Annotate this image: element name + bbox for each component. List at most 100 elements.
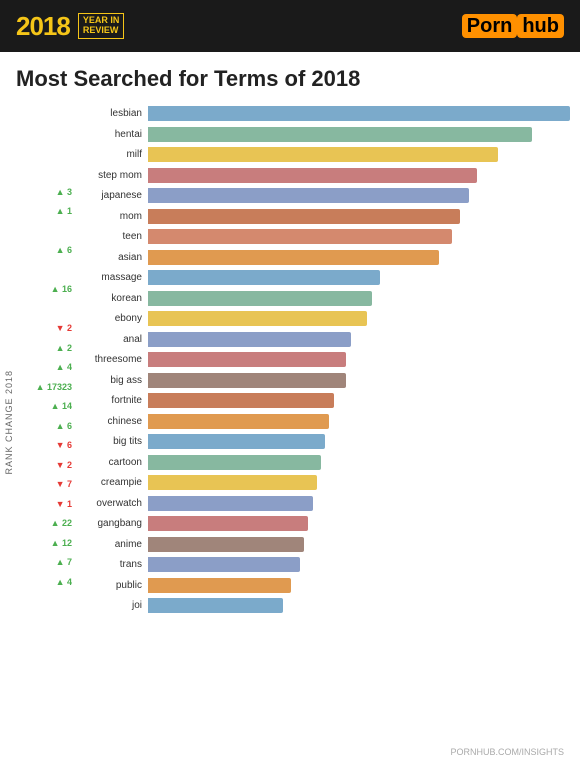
bar-row: threesome: [76, 350, 570, 370]
pornhub-logo: Pornhub: [462, 15, 564, 38]
rank-cell: ▲ 17323: [16, 377, 76, 397]
bar-track: [148, 537, 570, 552]
bar-fill: [148, 188, 469, 203]
y-axis-label: RANK CHANGE 2018: [4, 370, 14, 475]
rank-cell: ▲ 22: [16, 514, 76, 534]
bar-label: big tits: [76, 436, 148, 447]
bar-fill: [148, 291, 372, 306]
rank-cell: ▲ 2: [16, 338, 76, 358]
bar-track: [148, 455, 570, 470]
bar-fill: [148, 393, 334, 408]
bar-row: ebony: [76, 309, 570, 329]
bar-fill: [148, 496, 313, 511]
rank-cell: ▼ 7: [16, 475, 76, 495]
bar-track: [148, 414, 570, 429]
bars-area: lesbianhentaimilfstep momjapanesemomteen…: [76, 100, 570, 745]
bar-row: cartoon: [76, 453, 570, 473]
bar-track: [148, 106, 570, 121]
bar-label: teen: [76, 231, 148, 242]
bar-track: [148, 229, 570, 244]
rank-cell: ▼ 6: [16, 436, 76, 456]
logo-porn: Porn: [462, 14, 518, 38]
bar-fill: [148, 250, 439, 265]
bar-track: [148, 147, 570, 162]
bar-track: [148, 393, 570, 408]
bar-label: joi: [76, 600, 148, 611]
main-title: Most Searched for Terms of 2018: [0, 52, 580, 100]
bar-track: [148, 516, 570, 531]
rank-cell: ▲ 14: [16, 397, 76, 417]
bar-label: creampie: [76, 477, 148, 488]
bar-row: milf: [76, 145, 570, 165]
bar-fill: [148, 209, 460, 224]
bar-row: gangbang: [76, 514, 570, 534]
rank-cell: ▼ 2: [16, 455, 76, 475]
rank-cell: [16, 143, 76, 163]
bar-fill: [148, 537, 304, 552]
bar-label: threesome: [76, 354, 148, 365]
bar-fill: [148, 455, 321, 470]
bar-fill: [148, 352, 346, 367]
rank-cell: ▼ 2: [16, 319, 76, 339]
bar-fill: [148, 373, 346, 388]
rank-cell: ▲ 4: [16, 358, 76, 378]
bar-label: cartoon: [76, 457, 148, 468]
bar-label: step mom: [76, 170, 148, 181]
header: 2018 YEAR INREVIEW Pornhub: [0, 0, 580, 52]
rank-cell: ▲ 3: [16, 182, 76, 202]
rank-cell: ▲ 7: [16, 553, 76, 573]
bar-row: hentai: [76, 125, 570, 145]
bar-fill: [148, 414, 329, 429]
rank-cell: ▲ 16: [16, 280, 76, 300]
bar-track: [148, 209, 570, 224]
year-badge: 2018 YEAR INREVIEW: [16, 11, 124, 42]
bar-track: [148, 475, 570, 490]
bar-fill: [148, 127, 532, 142]
bar-row: mom: [76, 207, 570, 227]
rank-column: ▲ 3▲ 1▲ 6▲ 16▼ 2▲ 2▲ 4▲ 17323▲ 14▲ 6▼ 6▼…: [16, 100, 76, 745]
bar-row: creampie: [76, 473, 570, 493]
bar-track: [148, 168, 570, 183]
bar-label: fortnite: [76, 395, 148, 406]
bar-track: [148, 250, 570, 265]
bar-row: korean: [76, 289, 570, 309]
bar-row: asian: [76, 248, 570, 268]
bar-row: anal: [76, 330, 570, 350]
rank-cell: [16, 221, 76, 241]
rank-cell: [16, 260, 76, 280]
bar-fill: [148, 475, 317, 490]
bar-fill: [148, 578, 291, 593]
bar-row: big ass: [76, 371, 570, 391]
bar-label: public: [76, 580, 148, 591]
bar-fill: [148, 332, 351, 347]
bar-label: trans: [76, 559, 148, 570]
bar-row: fortnite: [76, 391, 570, 411]
bar-track: [148, 557, 570, 572]
bar-track: [148, 373, 570, 388]
rank-cell: ▲ 12: [16, 533, 76, 553]
rank-cell: ▲ 6: [16, 416, 76, 436]
year-text: 2018: [16, 11, 70, 42]
bar-label: massage: [76, 272, 148, 283]
bar-fill: [148, 557, 300, 572]
bar-label: anime: [76, 539, 148, 550]
bar-fill: [148, 516, 308, 531]
bar-fill: [148, 434, 325, 449]
bar-row: joi: [76, 596, 570, 616]
bar-label: lesbian: [76, 108, 148, 119]
bar-label: korean: [76, 293, 148, 304]
bar-row: massage: [76, 268, 570, 288]
bar-row: trans: [76, 555, 570, 575]
bar-label: hentai: [76, 129, 148, 140]
bar-row: chinese: [76, 412, 570, 432]
bar-label: asian: [76, 252, 148, 263]
rank-cell: [16, 104, 76, 124]
bar-track: [148, 352, 570, 367]
bar-label: anal: [76, 334, 148, 345]
rank-cell: ▲ 6: [16, 241, 76, 261]
bar-label: gangbang: [76, 518, 148, 529]
rank-cell: [16, 163, 76, 183]
rank-cell: ▼ 1: [16, 494, 76, 514]
year-sub: YEAR INREVIEW: [78, 13, 125, 39]
bar-row: lesbian: [76, 104, 570, 124]
